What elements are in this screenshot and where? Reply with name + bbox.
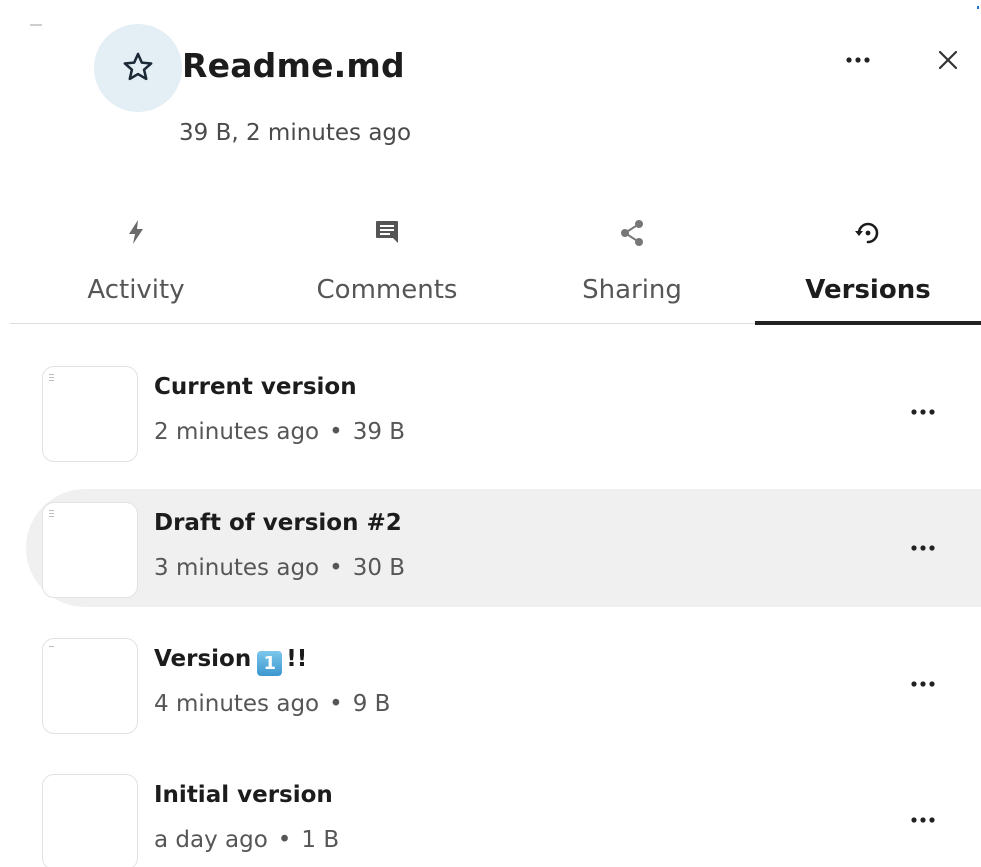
history-icon (855, 222, 879, 244)
lightning-icon (129, 220, 143, 244)
tab-versions-label: Versions (805, 275, 931, 305)
version-meta: 3 minutes ago • 30 B (154, 555, 405, 581)
tab-versions[interactable]: Versions (755, 205, 981, 325)
file-name: Readme.md (182, 46, 405, 85)
version-time: 4 minutes ago (154, 691, 320, 717)
meta-separator: • (329, 555, 343, 581)
meta-separator: • (329, 419, 343, 445)
star-outline-icon (123, 52, 153, 81)
tab-sharing-label: Sharing (582, 275, 682, 305)
meta-separator: • (277, 827, 292, 853)
keycap-one-emoji: 1 (257, 651, 283, 676)
version-thumbnail (42, 774, 138, 867)
more-horizontal-icon (911, 409, 935, 415)
version-actions-button[interactable] (898, 390, 948, 434)
version-actions-button[interactable] (898, 526, 948, 570)
version-meta: 4 minutes ago • 9 B (154, 691, 390, 717)
version-thumbnail (42, 366, 138, 462)
version-size: 1 B (301, 827, 340, 853)
version-title-suffix: !! (286, 646, 308, 672)
version-actions-button[interactable] (898, 798, 948, 842)
more-horizontal-icon (911, 681, 935, 687)
version-size: 30 B (352, 555, 406, 581)
tab-sharing[interactable]: Sharing (512, 205, 752, 323)
sidebar-tabs: Activity Comments Sharing Versions (10, 205, 981, 325)
version-time: 3 minutes ago (154, 555, 320, 581)
version-size: 9 B (352, 691, 391, 717)
version-time: a day ago (154, 827, 268, 853)
version-size: 39 B (352, 419, 406, 445)
version-title: Current version (154, 374, 357, 400)
version-thumbnail (42, 638, 138, 734)
version-title: Draft of version #2 (154, 510, 402, 536)
version-title: Version 1!! (154, 646, 307, 676)
version-thumbnail (42, 502, 138, 598)
tab-activity-label: Activity (87, 275, 185, 305)
file-size-and-time: 39 B, 2 minutes ago (179, 120, 412, 146)
sidebar-header: Readme.md 39 B, 2 minutes ago (0, 0, 981, 190)
share-icon (621, 220, 643, 246)
meta-separator: • (329, 691, 343, 717)
comment-icon (376, 221, 398, 243)
version-row[interactable]: Draft of version #2 3 minutes ago • 30 B (26, 489, 981, 607)
version-title-text: Version (154, 646, 252, 672)
version-meta: 2 minutes ago • 39 B (154, 419, 405, 445)
more-horizontal-icon (846, 57, 870, 63)
tab-comments-label: Comments (316, 275, 458, 305)
version-row[interactable]: Initial version a day ago • 1 B (26, 761, 981, 867)
more-horizontal-icon (911, 545, 935, 551)
active-tab-indicator (755, 321, 981, 325)
favorite-button[interactable] (94, 24, 182, 112)
version-time: 2 minutes ago (154, 419, 320, 445)
version-row[interactable]: Current version 2 minutes ago • 39 B (26, 353, 981, 471)
version-meta: a day ago • 1 B (154, 827, 339, 853)
more-actions-button[interactable] (836, 40, 880, 80)
version-row[interactable]: Version 1!! 4 minutes ago • 9 B (26, 625, 981, 743)
tab-activity[interactable]: Activity (10, 205, 262, 323)
close-button[interactable] (926, 38, 970, 82)
version-title: Initial version (154, 782, 333, 808)
close-icon (938, 50, 958, 70)
tab-comments[interactable]: Comments (262, 205, 512, 323)
version-actions-button[interactable] (898, 662, 948, 706)
more-horizontal-icon (911, 817, 935, 823)
file-details-sidebar: Readme.md 39 B, 2 minutes ago Activity C… (0, 0, 981, 867)
